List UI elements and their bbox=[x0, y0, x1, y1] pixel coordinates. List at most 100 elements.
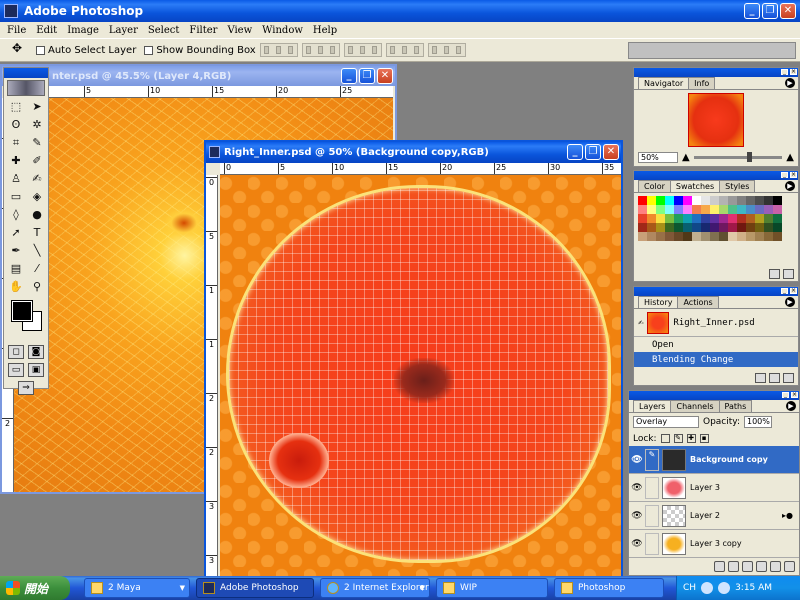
swatch-cell[interactable] bbox=[638, 223, 647, 232]
swatch-cell[interactable] bbox=[701, 205, 710, 214]
swatch-cell[interactable] bbox=[710, 205, 719, 214]
swatch-cell[interactable] bbox=[710, 214, 719, 223]
swatch-cell[interactable] bbox=[737, 196, 746, 205]
swatch-cell[interactable] bbox=[728, 196, 737, 205]
palette-menu-icon[interactable]: ▶ bbox=[786, 401, 796, 411]
opacity-field[interactable]: 100% bbox=[744, 416, 772, 428]
bucket-tool-icon[interactable]: ◈ bbox=[27, 188, 47, 205]
swatch-cell[interactable] bbox=[773, 223, 782, 232]
task-wip-folder[interactable]: WIP bbox=[436, 578, 548, 598]
lock-image-icon[interactable]: ✎ bbox=[673, 434, 683, 443]
doc2-canvas[interactable] bbox=[220, 175, 621, 580]
swatch-cell[interactable] bbox=[647, 223, 656, 232]
swatch-cell[interactable] bbox=[656, 205, 665, 214]
hand-tool-icon[interactable]: ✋ bbox=[6, 278, 26, 295]
tab-color[interactable]: Color bbox=[638, 180, 671, 192]
swatch-cell[interactable] bbox=[638, 214, 647, 223]
swatch-cell[interactable] bbox=[683, 232, 692, 241]
task-photoshop[interactable]: Adobe Photoshop bbox=[196, 578, 314, 598]
tab-paths[interactable]: Paths bbox=[718, 400, 753, 412]
palette-close-icon[interactable]: × bbox=[790, 288, 797, 294]
trash-icon[interactable] bbox=[783, 373, 794, 383]
menu-select[interactable]: Select bbox=[143, 25, 185, 36]
history-brush-icon[interactable]: ✍ bbox=[27, 170, 47, 187]
swatch-cell[interactable] bbox=[647, 232, 656, 241]
zoom-slider-thumb[interactable] bbox=[746, 152, 752, 162]
swatch-cell[interactable] bbox=[764, 205, 773, 214]
swatch-cell[interactable] bbox=[710, 232, 719, 241]
swatch-cell[interactable] bbox=[746, 205, 755, 214]
path-select-icon[interactable]: ➚ bbox=[6, 224, 26, 241]
history-item-open[interactable]: Open bbox=[634, 337, 798, 352]
tab-history[interactable]: History bbox=[638, 296, 679, 308]
swatch-cell[interactable] bbox=[665, 232, 674, 241]
palette-close-icon[interactable]: × bbox=[790, 69, 797, 75]
palette-well[interactable] bbox=[628, 42, 796, 59]
eye-icon[interactable]: 👁 bbox=[629, 455, 645, 465]
swatch-cell[interactable] bbox=[728, 223, 737, 232]
document-window-right-inner[interactable]: Right_Inner.psd @ 50% (Background copy,R… bbox=[204, 140, 623, 580]
swatch-cell[interactable] bbox=[692, 223, 701, 232]
swatch-cell[interactable] bbox=[656, 223, 665, 232]
doc2-title-bar[interactable]: Right_Inner.psd @ 50% (Background copy,R… bbox=[206, 142, 621, 163]
pen-tool-icon[interactable]: ✒ bbox=[6, 242, 26, 259]
minimize-button[interactable]: _ bbox=[744, 3, 760, 19]
clock[interactable]: 3:15 AM bbox=[735, 583, 772, 593]
task-photoshop-folder[interactable]: Photoshop bbox=[554, 578, 664, 598]
swatch-cell[interactable] bbox=[674, 205, 683, 214]
task-maya[interactable]: 2 Maya ▼ bbox=[84, 578, 190, 598]
tab-layers[interactable]: Layers bbox=[633, 400, 672, 412]
swatch-cell[interactable] bbox=[674, 232, 683, 241]
bounding-box-checkbox[interactable] bbox=[144, 45, 154, 55]
swatch-cell[interactable] bbox=[764, 196, 773, 205]
palette-minimize-icon[interactable]: _ bbox=[781, 172, 788, 178]
swatch-cell[interactable] bbox=[755, 223, 764, 232]
doc1-maximize-button[interactable]: ❐ bbox=[359, 68, 375, 84]
swatch-cell[interactable] bbox=[647, 205, 656, 214]
palette-header[interactable]: _ × bbox=[634, 68, 798, 77]
volume-icon[interactable] bbox=[718, 582, 731, 594]
swatch-cell[interactable] bbox=[719, 214, 728, 223]
palette-minimize-icon[interactable]: _ bbox=[782, 392, 789, 398]
zoom-in-icon[interactable]: ▲ bbox=[786, 152, 794, 163]
brush-icon[interactable]: ✎ bbox=[645, 448, 659, 471]
palette-menu-icon[interactable]: ▶ bbox=[785, 78, 795, 88]
swatch-cell[interactable] bbox=[683, 214, 692, 223]
new-set-icon[interactable] bbox=[742, 561, 753, 572]
swatch-cell[interactable] bbox=[755, 205, 764, 214]
align-top-button[interactable] bbox=[259, 43, 298, 57]
lock-position-icon[interactable]: ✚ bbox=[686, 434, 696, 443]
swatch-cell[interactable] bbox=[710, 196, 719, 205]
photoshop-logo[interactable] bbox=[7, 80, 45, 96]
swatch-cell[interactable] bbox=[665, 223, 674, 232]
swatch-cell[interactable] bbox=[737, 223, 746, 232]
blur-tool-icon[interactable]: ◊ bbox=[6, 206, 26, 223]
foreground-color[interactable] bbox=[11, 300, 33, 322]
swatch-cell[interactable] bbox=[728, 214, 737, 223]
swatch-cell[interactable] bbox=[773, 196, 782, 205]
swatch-cell[interactable] bbox=[638, 205, 647, 214]
standard-mode-icon[interactable]: ◻ bbox=[8, 345, 24, 359]
add-mask-icon[interactable] bbox=[728, 561, 739, 572]
app-title-bar[interactable]: Adobe Photoshop _ ❐ ✕ bbox=[0, 0, 800, 22]
swatch-cell[interactable] bbox=[737, 232, 746, 241]
tab-channels[interactable]: Channels bbox=[670, 400, 720, 412]
swatch-cell[interactable] bbox=[719, 205, 728, 214]
adjustment-layer-icon[interactable] bbox=[756, 561, 767, 572]
swatch-cell[interactable] bbox=[746, 223, 755, 232]
swatch-cell[interactable] bbox=[674, 214, 683, 223]
blend-mode-select[interactable]: Overlay bbox=[633, 416, 699, 428]
swatch-cell[interactable] bbox=[665, 214, 674, 223]
marquee-tool-icon[interactable]: ⬚ bbox=[6, 98, 26, 115]
notes-tool-icon[interactable]: ▤ bbox=[6, 260, 26, 277]
menu-image[interactable]: Image bbox=[62, 25, 104, 36]
swatch-cell[interactable] bbox=[755, 232, 764, 241]
swatch-cell[interactable] bbox=[728, 205, 737, 214]
swatch-cell[interactable] bbox=[755, 196, 764, 205]
palette-close-icon[interactable]: × bbox=[791, 392, 798, 398]
swatch-cell[interactable] bbox=[728, 232, 737, 241]
move-tool-icon[interactable]: ✥ bbox=[6, 41, 28, 59]
eye-icon[interactable]: 👁 bbox=[629, 539, 645, 549]
palette-minimize-icon[interactable]: _ bbox=[781, 69, 788, 75]
swatch-cell[interactable] bbox=[755, 214, 764, 223]
